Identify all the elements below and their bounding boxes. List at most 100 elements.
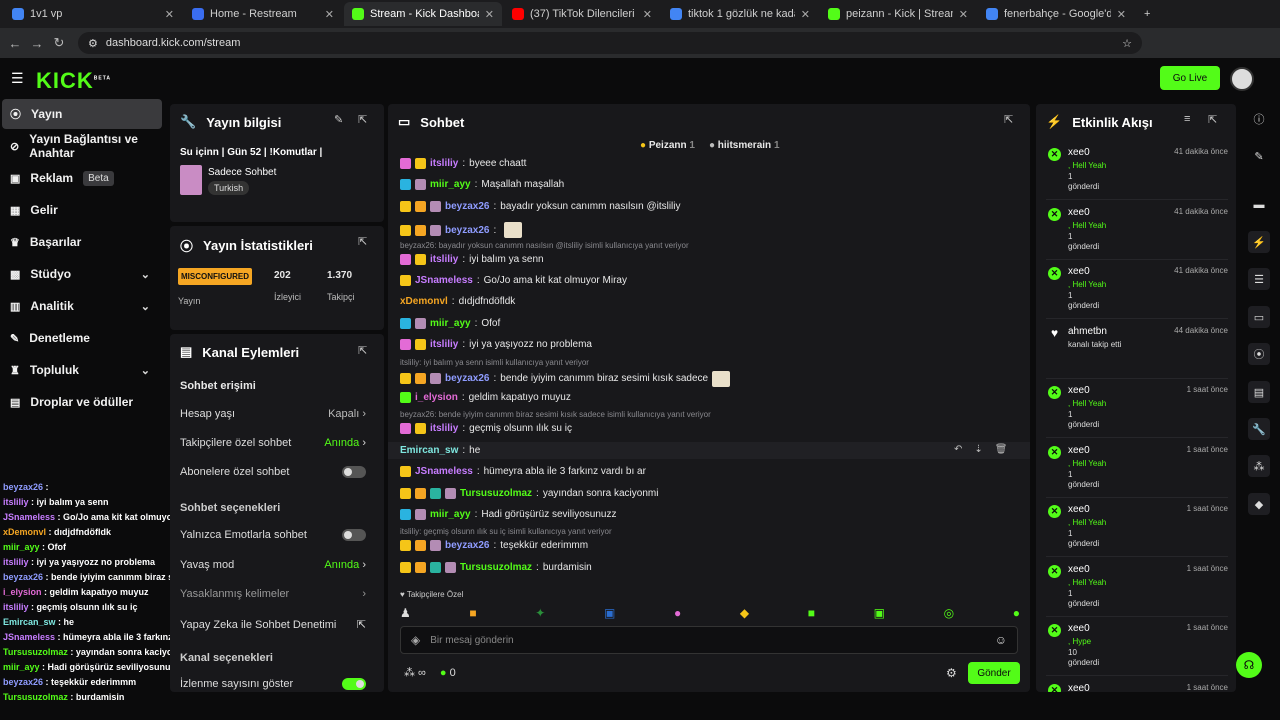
chat-message[interactable]: itsliliy: iyi ya yaşıyozz no problema — [400, 339, 592, 351]
popout-icon[interactable]: ⇱ — [358, 344, 367, 357]
emote-icon[interactable]: ■ — [469, 606, 476, 620]
forward-icon[interactable]: → — [26, 36, 48, 51]
chat-username[interactable]: itsliliy — [430, 158, 458, 169]
close-icon[interactable]: ✕ — [485, 8, 494, 21]
close-icon[interactable]: ✕ — [325, 8, 334, 21]
subscribers-only-toggle[interactable] — [342, 466, 366, 478]
browser-tab[interactable]: Home - Restream ✕ — [184, 2, 342, 26]
card-icon[interactable]: ▬ — [1248, 194, 1270, 216]
chat-message[interactable]: i_elysion: geldim kapatıyo muyuz — [400, 392, 571, 403]
chat-username[interactable]: xDemonvl — [400, 296, 448, 307]
chat-message[interactable]: beyzax26: bende iyiyim canımm biraz sesim… — [400, 370, 731, 387]
blocked-words-row[interactable]: Yasaklanmış kelimeler › — [180, 588, 366, 600]
sidebar-item[interactable]: ▤ Droplar ve ödüller — [2, 387, 162, 417]
chat-username[interactable]: miir_ayy — [430, 318, 471, 329]
emote-icon[interactable]: ◎ — [944, 606, 954, 620]
pinned-user[interactable]: ● hiitsmerain 1 — [709, 140, 780, 151]
emoji-icon[interactable]: ☺ — [995, 633, 1007, 647]
broadcast-icon[interactable]: ⦿ — [1248, 343, 1270, 365]
chat-username[interactable]: beyzax26 — [445, 373, 489, 384]
browser-tab[interactable]: (37) TikTok Dilencileri 2 !! - You ✕ — [504, 2, 660, 26]
new-tab-icon[interactable]: + — [1136, 2, 1158, 26]
activity-user[interactable]: xee0 — [1068, 564, 1090, 575]
slow-mode-row[interactable]: Yavaş mod Anında › — [180, 559, 366, 571]
chat-username[interactable]: Tursusuzolmaz — [460, 488, 532, 499]
chat-username[interactable]: beyzax26 — [445, 225, 489, 236]
close-icon[interactable]: ✕ — [959, 8, 968, 21]
bookmark-star-icon[interactable]: ☆ — [1122, 37, 1132, 50]
popout-icon[interactable]: ⇱ — [1004, 113, 1013, 126]
chat-message[interactable]: JSnameless: Go/Jo ama kit kat olmuyor Mir… — [400, 275, 627, 286]
close-icon[interactable]: ✕ — [643, 8, 652, 21]
go-live-button[interactable]: Go Live — [1160, 66, 1220, 90]
chat-username[interactable]: itsliliy — [430, 339, 458, 350]
edit-icon[interactable]: ✎ — [334, 113, 343, 126]
pinned-user[interactable]: ● Peizann 1 — [640, 140, 695, 151]
activity-user[interactable]: xee0 — [1068, 683, 1090, 693]
chat-message[interactable]: Tursusuzolmaz: burdamisin — [400, 561, 592, 573]
chat-message[interactable]: xDemonvl: dıdjdfndöfldk — [400, 296, 515, 307]
moderator-icon[interactable]: ⁂ — [1248, 455, 1270, 477]
chat-username[interactable]: itsliliy — [430, 254, 458, 265]
filter-icon[interactable]: ≡ — [1184, 113, 1190, 125]
chat-username[interactable]: Tursusuzolmaz — [460, 562, 532, 573]
popout-icon[interactable]: ⇱ — [358, 113, 367, 126]
tag-icon[interactable]: ◆ — [1248, 493, 1270, 515]
activity-user[interactable]: xee0 — [1068, 445, 1090, 456]
chat-username[interactable]: Emircan_sw — [400, 445, 458, 456]
reply-icon[interactable]: ↶ — [954, 444, 962, 455]
followers-only-row[interactable]: Takipçilere özel sohbet Anında › — [180, 437, 366, 449]
reload-icon[interactable]: ↻ — [48, 35, 70, 51]
chat-message[interactable]: itsliliy: iyi balım ya senn — [400, 253, 544, 265]
emote-icon[interactable]: ▣ — [874, 606, 885, 620]
activity-user[interactable]: xee0 — [1068, 504, 1090, 515]
chat-username[interactable]: itsliliy — [430, 423, 458, 434]
emote-icon[interactable]: ■ — [808, 606, 815, 620]
chat-username[interactable]: beyzax26 — [445, 201, 489, 212]
avatar[interactable] — [1230, 67, 1254, 91]
account-age-row[interactable]: Hesap yaşı Kapalı › — [180, 408, 366, 420]
support-icon[interactable]: ☊ — [1236, 652, 1262, 678]
chat-username[interactable]: JSnameless — [415, 275, 473, 286]
sidebar-item[interactable]: ⊘ Yayın Bağlantısı ve Anahtar — [2, 131, 162, 161]
view-count-toggle[interactable] — [342, 678, 366, 690]
pin-icon[interactable]: ⇣ — [974, 444, 982, 455]
chat-message[interactable]: Tursusuzolmaz: yayından sonra kaciyonmi — [400, 487, 658, 499]
chat-message[interactable]: miir_ayy: Ofof — [400, 317, 500, 329]
pencil-icon[interactable]: ✎ — [1248, 145, 1270, 167]
browser-tab[interactable]: tiktok 1 gözlük ne kadar - Goog ✕ — [662, 2, 818, 26]
chat-message[interactable]: itsliliy: geçmiş olsunn ılık su iç — [400, 423, 572, 435]
kick-logo[interactable]: KICKBETA — [36, 68, 111, 94]
message-input[interactable]: ◈ Bir mesaj gönderin ☺ — [400, 626, 1018, 654]
browser-tab[interactable]: fenerbahçe - Google'da Ara ✕ — [978, 2, 1134, 26]
chat-username[interactable]: beyzax26 — [445, 540, 489, 551]
url-bar[interactable]: ⚙ dashboard.kick.com/stream ☆ — [78, 32, 1142, 54]
chat-message[interactable]: Emircan_sw: he — [388, 441, 1030, 459]
delete-icon[interactable]: 🗑 — [995, 444, 1008, 455]
chat-message[interactable]: beyzax26: teşekkür ederimmm — [400, 540, 588, 552]
sidebar-item[interactable]: ✎ Denetleme — [2, 323, 162, 353]
emote-icon[interactable]: ● — [674, 606, 681, 620]
emote-icon[interactable]: ◆ — [740, 606, 749, 620]
browser-tab[interactable]: 1v1 vp ✕ — [4, 2, 182, 26]
send-button[interactable]: Gönder — [968, 662, 1020, 684]
chat-username[interactable]: miir_ayy — [430, 179, 471, 190]
popout-icon[interactable]: ⇱ — [1208, 113, 1217, 126]
back-icon[interactable]: ← — [4, 36, 26, 51]
chat-icon[interactable]: ▭ — [1248, 306, 1270, 328]
browser-tab[interactable]: Stream - Kick Dashboard ✕ — [344, 2, 502, 26]
info-icon[interactable]: ⓘ — [1248, 108, 1270, 130]
activity-user[interactable]: xee0 — [1068, 623, 1090, 634]
emote-icon[interactable]: ▣ — [604, 606, 615, 620]
sidebar-item[interactable]: ▦ Gelir — [2, 195, 162, 225]
chat-message[interactable]: beyzax26: — [400, 222, 523, 239]
chat-message[interactable]: miir_ayy: Hadi görüşürüz seviliyosunuzz — [400, 509, 616, 520]
browser-tab[interactable]: peizann - Kick | StreamerStats ✕ — [820, 2, 976, 26]
close-icon[interactable]: ✕ — [1117, 8, 1126, 21]
settings-icon[interactable]: ⚙ — [946, 666, 957, 680]
sidebar-item[interactable]: ⦿ Yayın — [2, 99, 162, 129]
activity-user[interactable]: xee0 — [1068, 266, 1090, 277]
activity-user[interactable]: xee0 — [1068, 385, 1090, 396]
chat-message[interactable]: JSnameless: hümeyra abla ile 3 farkınz va… — [400, 466, 646, 478]
sidebar-item[interactable]: ▣ Reklam Beta — [2, 163, 162, 193]
